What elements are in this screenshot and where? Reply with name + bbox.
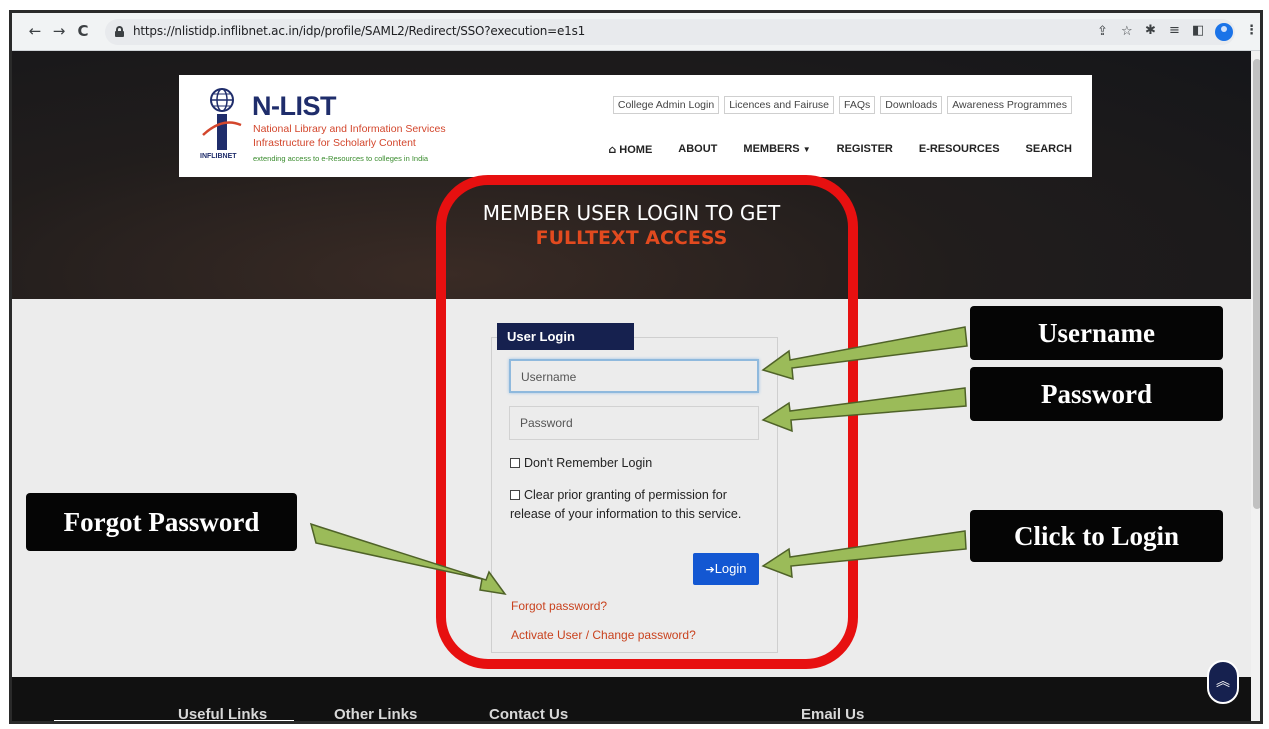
scrollbar-thumb[interactable]	[1253, 59, 1260, 509]
logo-subtitle-line2: Infrastructure for Scholarly Content	[253, 137, 416, 149]
nav-members-label: MEMBERS	[743, 143, 800, 155]
reading-list-icon[interactable]: ≡	[1169, 23, 1180, 39]
top-links: College Admin Login Licences and Fairuse…	[612, 96, 1072, 114]
nav-home[interactable]: ⌂ HOME	[608, 143, 652, 156]
caret-down-icon: ▼	[802, 145, 811, 154]
scroll-top-button[interactable]: ︽	[1207, 660, 1239, 704]
password-callout: Password	[970, 367, 1223, 421]
nav-register[interactable]: REGISTER	[837, 143, 893, 156]
highlight-ring	[436, 175, 858, 669]
address-bar[interactable]: https://nlistidp.inflibnet.ac.in/idp/pro…	[105, 19, 1235, 45]
home-icon: ⌂	[608, 143, 617, 156]
site-title[interactable]: N-LIST	[252, 91, 337, 122]
forgot-password-callout: Forgot Password	[26, 493, 297, 551]
profile-icon[interactable]	[1215, 23, 1233, 41]
extensions-icon[interactable]: ✱	[1145, 23, 1156, 39]
share-icon[interactable]: ⇪	[1097, 24, 1108, 40]
page-scrollbar[interactable]	[1251, 51, 1260, 721]
side-panel-icon[interactable]: ◧	[1192, 23, 1204, 39]
faqs-link[interactable]: FAQs	[839, 96, 876, 114]
college-admin-login-link[interactable]: College Admin Login	[612, 96, 720, 114]
url-text[interactable]: https://nlistidp.inflibnet.ac.in/idp/pro…	[133, 24, 585, 38]
browser-toolbar: ← → C https://nlistidp.inflibnet.ac.in/i…	[12, 13, 1260, 51]
logo-subtitle-line1: National Library and Information Service…	[253, 123, 446, 135]
nav-eresources[interactable]: E-RESOURCES	[919, 143, 1000, 156]
chevrons-up-icon: ︽	[1216, 674, 1230, 690]
username-callout: Username	[970, 306, 1223, 360]
main-nav: ⌂ HOME ABOUT MEMBERS ▼ REGISTER E-RESOUR…	[608, 143, 1072, 156]
nav-members[interactable]: MEMBERS ▼	[743, 143, 810, 156]
click-to-login-callout: Click to Login	[970, 510, 1223, 562]
back-icon[interactable]: ←	[26, 22, 44, 40]
footer-contact-us[interactable]: Contact Us	[489, 706, 568, 721]
forward-icon[interactable]: →	[50, 22, 68, 40]
site-header: INFLIBNET N-LIST National Library and In…	[179, 75, 1092, 177]
logo-emblem-label: INFLIBNET	[200, 153, 237, 160]
logo-tagline: extending access to e-Resources to colle…	[253, 154, 429, 163]
footer-other-links[interactable]: Other Links	[334, 706, 417, 721]
star-icon[interactable]: ☆	[1121, 24, 1133, 40]
menu-icon[interactable]: ⋮	[1245, 23, 1258, 39]
footer-email-us[interactable]: Email Us	[801, 706, 864, 721]
nav-search[interactable]: SEARCH	[1026, 143, 1072, 156]
nav-about[interactable]: ABOUT	[678, 143, 717, 156]
nav-home-label: HOME	[619, 144, 653, 156]
lock-icon[interactable]	[115, 26, 124, 37]
reload-icon[interactable]: C	[74, 22, 92, 40]
downloads-link[interactable]: Downloads	[880, 96, 943, 114]
awareness-programmes-link[interactable]: Awareness Programmes	[947, 96, 1072, 114]
licences-fairuse-link[interactable]: Licences and Fairuse	[724, 96, 834, 114]
footer-underline	[54, 720, 294, 721]
